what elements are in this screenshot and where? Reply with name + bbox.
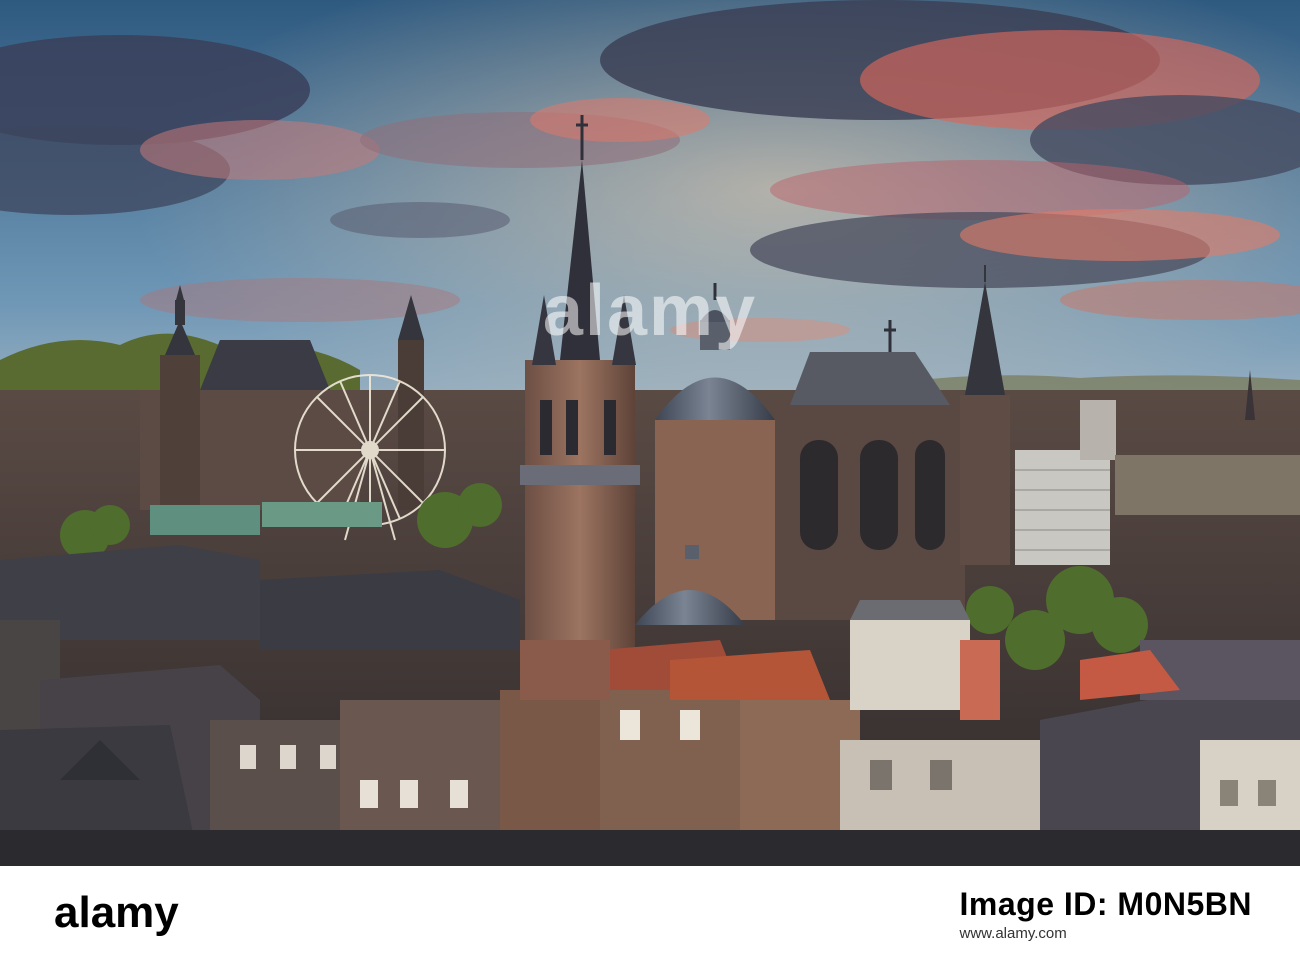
stock-photo: alamy xyxy=(0,0,1300,866)
logo-text: alamy xyxy=(54,888,179,937)
footer-bar: alamy Image ID: M0N5BN www.alamy.com xyxy=(0,866,1300,956)
image-meta: Image ID: M0N5BN www.alamy.com xyxy=(960,884,1253,942)
cityscape-illustration xyxy=(0,0,1300,866)
site-url: www.alamy.com xyxy=(959,925,1067,942)
alamy-logo: alamy xyxy=(54,888,179,938)
image-id: Image ID: M0N5BN xyxy=(959,886,1252,922)
